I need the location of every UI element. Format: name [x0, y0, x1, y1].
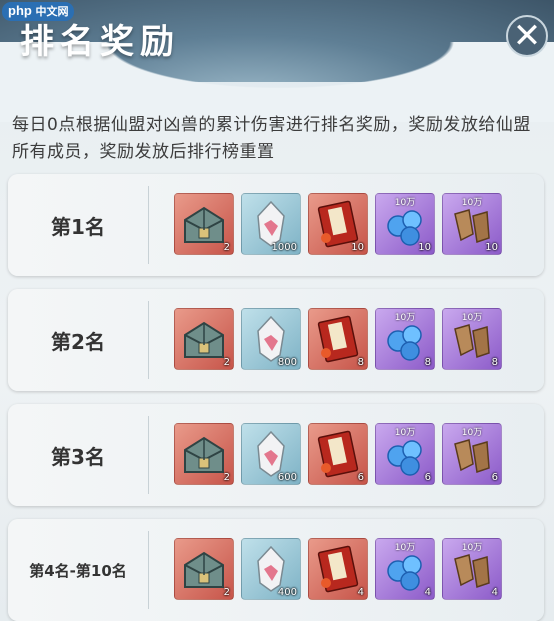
- rank-label: 第4名-第10名: [29, 561, 127, 580]
- reward-item[interactable]: 10万 8: [442, 308, 502, 370]
- item-count: 400: [277, 587, 297, 598]
- reward-item[interactable]: 600: [241, 423, 301, 485]
- item-count: 2: [223, 357, 230, 368]
- reward-item[interactable]: 10万 10: [442, 193, 502, 255]
- item-count: 1000: [271, 242, 297, 253]
- reward-items: 2 1000 10 10万 10 10万 10: [174, 193, 502, 255]
- row-divider: [148, 186, 149, 264]
- item-count: 8: [491, 357, 498, 368]
- item-count: 6: [491, 472, 498, 483]
- reward-row: 第3名 2 600 6 10万 6 10万 6: [8, 404, 544, 506]
- item-count: 4: [357, 587, 364, 598]
- reward-row: 第1名 2 1000 10 10万 10 10万 10: [8, 174, 544, 276]
- row-divider: [148, 301, 149, 379]
- reward-item[interactable]: 10万 4: [442, 538, 502, 600]
- item-tag: 10万: [394, 198, 416, 208]
- reward-row: 第4名-第10名 2 400 4 10万 4 10万 4: [8, 519, 544, 621]
- item-count: 6: [424, 472, 431, 483]
- item-count: 8: [424, 357, 431, 368]
- reward-item[interactable]: 10万 6: [375, 423, 435, 485]
- rank-label: 第1名: [51, 214, 105, 239]
- reward-item[interactable]: 2: [174, 538, 234, 600]
- reward-item[interactable]: 1000: [241, 193, 301, 255]
- reward-item[interactable]: 6: [308, 423, 368, 485]
- item-tag: 10万: [461, 428, 483, 438]
- reward-item[interactable]: 800: [241, 308, 301, 370]
- item-tag: 10万: [461, 543, 483, 553]
- item-count: 10: [418, 242, 431, 253]
- item-count: 800: [277, 357, 297, 368]
- reward-items: 2 800 8 10万 8 10万 8: [174, 308, 502, 370]
- close-button[interactable]: ✕: [506, 15, 548, 57]
- rank-label: 第3名: [51, 444, 105, 469]
- item-count: 10: [485, 242, 498, 253]
- item-count: 10: [351, 242, 364, 253]
- reward-item[interactable]: 10万 4: [375, 538, 435, 600]
- item-count: 600: [277, 472, 297, 483]
- item-count: 2: [223, 242, 230, 253]
- item-count: 2: [223, 472, 230, 483]
- reward-item[interactable]: 400: [241, 538, 301, 600]
- reward-items: 2 400 4 10万 4 10万 4: [174, 538, 502, 600]
- item-count: 2: [223, 587, 230, 598]
- item-count: 8: [357, 357, 364, 368]
- item-count: 4: [491, 587, 498, 598]
- reward-row: 第2名 2 800 8 10万 8 10万 8: [8, 289, 544, 391]
- rank-label: 第2名: [51, 329, 105, 354]
- reward-item[interactable]: 2: [174, 308, 234, 370]
- item-count: 4: [424, 587, 431, 598]
- row-divider: [148, 531, 149, 609]
- reward-item[interactable]: 2: [174, 193, 234, 255]
- item-tag: 10万: [461, 198, 483, 208]
- reward-item[interactable]: 8: [308, 308, 368, 370]
- item-tag: 10万: [394, 543, 416, 553]
- page-title: 排名奖励: [20, 22, 180, 62]
- item-tag: 10万: [394, 428, 416, 438]
- reward-description: 每日0点根据仙盟对凶兽的累计伤害进行排名奖励，奖励发放给仙盟所有成员，奖励发放后…: [12, 115, 531, 162]
- reward-items: 2 600 6 10万 6 10万 6: [174, 423, 502, 485]
- reward-item[interactable]: 10万 6: [442, 423, 502, 485]
- reward-item[interactable]: 10万 10: [375, 193, 435, 255]
- reward-item[interactable]: 2: [174, 423, 234, 485]
- item-tag: 10万: [394, 313, 416, 323]
- row-divider: [148, 416, 149, 494]
- reward-item[interactable]: 10万 8: [375, 308, 435, 370]
- reward-item[interactable]: 4: [308, 538, 368, 600]
- item-tag: 10万: [461, 313, 483, 323]
- item-count: 6: [357, 472, 364, 483]
- reward-item[interactable]: 10: [308, 193, 368, 255]
